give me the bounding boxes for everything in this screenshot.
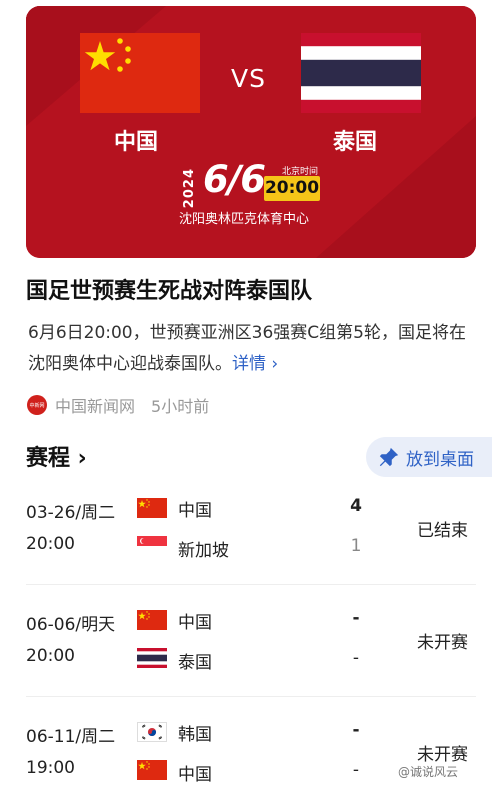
divider: [26, 696, 476, 697]
venue-label: 沈阳奥林匹克体育中心: [179, 212, 310, 227]
match-date: 6/6: [203, 158, 266, 201]
china-flag-icon: [137, 498, 167, 518]
team2-name: 新加坡: [178, 541, 229, 561]
china-flag-icon: [137, 610, 167, 630]
match-time-badge: 20:00: [264, 176, 320, 201]
thailand-flag-large: [301, 33, 421, 113]
source-logo-icon: 中新网: [27, 395, 47, 415]
match-status: 未开赛: [417, 745, 468, 765]
away-team-name: 泰国: [333, 130, 378, 155]
pin-label: 放到桌面: [406, 449, 474, 470]
publish-time: 5小时前: [151, 397, 210, 416]
team1-score: -: [352, 720, 360, 740]
article-source[interactable]: 中新网 中国新闻网 5小时前: [27, 393, 209, 417]
schedule-title-link[interactable]: 赛程 ›: [26, 440, 87, 472]
team2-score: 1: [350, 536, 362, 556]
match-row-date: 06-06/明天: [26, 615, 116, 635]
article-headline[interactable]: 国足世预赛生死战对阵泰国队: [26, 273, 312, 305]
pin-icon: [379, 447, 399, 467]
thailand-flag-icon: [137, 648, 167, 668]
detail-link[interactable]: 详情 ›: [232, 354, 278, 374]
match-row-time: 20:00: [26, 646, 75, 666]
match-banner[interactable]: VS 中国 泰国 2024 6/6 北京时间 20:00 沈阳奥林匹克体育中心: [26, 6, 476, 258]
match-row[interactable]: 06-06/明天 20:00 中国 泰国 - - 未开赛: [26, 598, 476, 710]
team2-name: 中国: [178, 765, 212, 785]
team2-name: 泰国: [178, 653, 212, 673]
team2-score: -: [352, 760, 360, 780]
team1-name: 中国: [178, 613, 212, 633]
source-name: 中国新闻网: [55, 397, 136, 416]
match-row-date: 03-26/周二: [26, 503, 116, 523]
vs-label: VS: [231, 64, 266, 93]
china-flag-large: [80, 33, 200, 113]
singapore-flag-icon: [137, 536, 167, 556]
match-year: 2024: [182, 168, 197, 209]
korea-flag-icon: [137, 722, 167, 742]
match-row-time: 19:00: [26, 758, 75, 778]
team1-name: 韩国: [178, 725, 212, 745]
team2-score: -: [352, 648, 360, 668]
match-status: 未开赛: [417, 633, 468, 653]
article-summary: 6月6日20:00，世预赛亚洲区36强赛C组第5轮，国足将在沈阳奥体中心迎战泰国…: [28, 318, 473, 380]
match-status: 已结束: [417, 521, 468, 541]
team1-score: 4: [350, 496, 362, 516]
match-row[interactable]: 03-26/周二 20:00 中国 新加坡 4 1 已结束: [26, 486, 476, 598]
china-flag-icon: [137, 760, 167, 780]
team1-name: 中国: [178, 501, 212, 521]
match-row-date: 06-11/周二: [26, 727, 116, 747]
watermark: @诚说风云: [398, 765, 459, 779]
divider: [26, 584, 476, 585]
team1-score: -: [352, 608, 360, 628]
match-row-time: 20:00: [26, 534, 75, 554]
home-team-name: 中国: [114, 130, 159, 155]
pin-to-desktop-button[interactable]: 放到桌面: [366, 437, 492, 477]
